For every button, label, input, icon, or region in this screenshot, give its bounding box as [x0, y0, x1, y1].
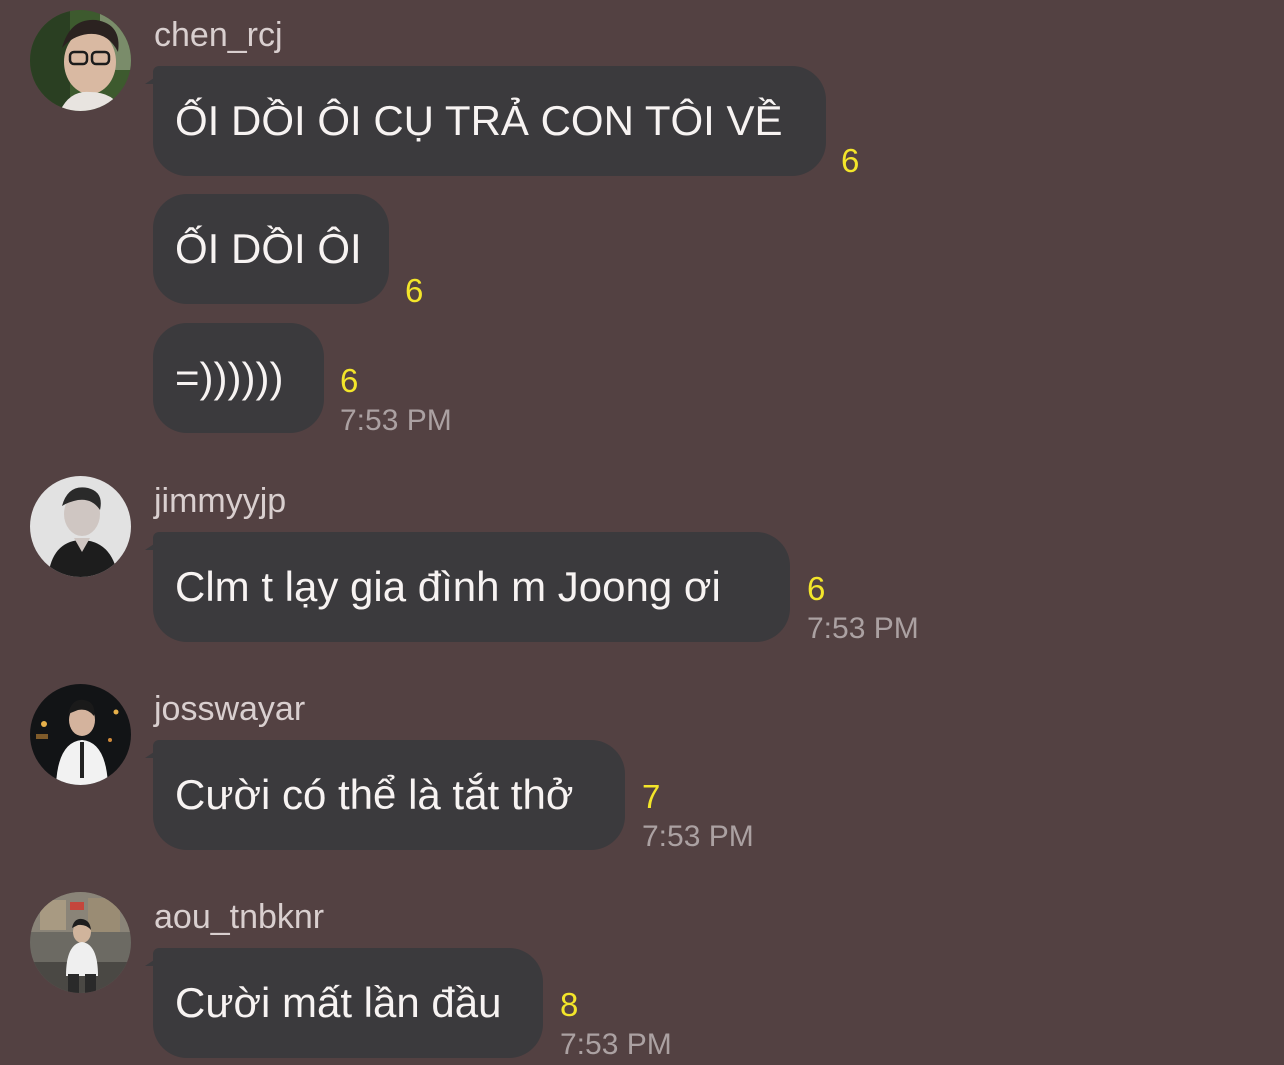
- message-timestamp: 7:53 PM: [807, 612, 919, 645]
- read-count: 7: [642, 778, 661, 815]
- message-bubble[interactable]: ỐI DỒI ÔI: [153, 194, 389, 304]
- read-count: 6: [841, 142, 860, 179]
- message-bubble[interactable]: Cười mất lần đầu: [153, 948, 543, 1058]
- avatar-aou-tnbknr[interactable]: [30, 892, 131, 993]
- message-text: Cười có thể là tắt thở: [175, 771, 574, 818]
- message-bubble[interactable]: Cười có thể là tắt thở: [153, 740, 625, 850]
- chat-area: chen_rcj ỐI DỒI ÔI CỤ TRẢ CON TÔI VỀ 6 Ố…: [0, 0, 1284, 1065]
- read-count: 6: [340, 362, 359, 399]
- message-text: Clm t lạy gia đình m Joong ơi: [175, 563, 721, 610]
- message-bubble[interactable]: =)))))): [153, 323, 324, 433]
- read-count: 6: [807, 570, 826, 607]
- message-text: ỐI DỒI ÔI CỤ TRẢ CON TÔI VỀ: [175, 97, 783, 144]
- avatar-photo-icon: [30, 10, 131, 111]
- message-timestamp: 7:53 PM: [642, 820, 754, 853]
- read-count: 8: [560, 986, 579, 1023]
- message-bubble[interactable]: ỐI DỒI ÔI CỤ TRẢ CON TÔI VỀ: [153, 66, 826, 176]
- message-bubble[interactable]: Clm t lạy gia đình m Joong ơi: [153, 532, 790, 642]
- username-chen-rcj[interactable]: chen_rcj: [154, 15, 283, 55]
- username-jimmyyjp[interactable]: jimmyyjp: [154, 481, 286, 521]
- username-josswayar[interactable]: josswayar: [154, 689, 305, 729]
- username-aou-tnbknr[interactable]: aou_tnbknr: [154, 897, 324, 937]
- avatar-photo-icon: [30, 476, 131, 577]
- message-text: Cười mất lần đầu: [175, 979, 502, 1026]
- message-timestamp: 7:53 PM: [560, 1028, 672, 1061]
- avatar-josswayar[interactable]: [30, 684, 131, 785]
- message-timestamp: 7:53 PM: [340, 404, 452, 437]
- avatar-chen-rcj[interactable]: [30, 10, 131, 111]
- avatar-photo-icon: [30, 892, 131, 993]
- avatar-jimmyyjp[interactable]: [30, 476, 131, 577]
- read-count: 6: [405, 272, 424, 309]
- message-text: ỐI DỒI ÔI: [175, 225, 362, 272]
- avatar-photo-icon: [30, 684, 131, 785]
- message-text: =)))))): [175, 354, 284, 401]
